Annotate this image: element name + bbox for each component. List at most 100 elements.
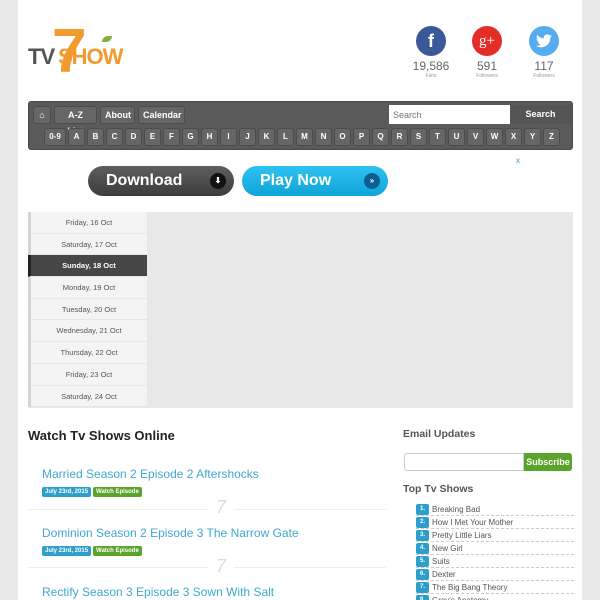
schedule-day[interactable]: Saturday, 24 Oct — [31, 385, 147, 408]
letter-u[interactable]: U — [448, 128, 465, 146]
schedule-day-list: Friday, 16 Oct Saturday, 17 Oct Sunday, 18… — [28, 212, 147, 408]
facebook-icon[interactable]: f — [416, 26, 446, 56]
download-button[interactable]: Download ⬇ — [88, 166, 234, 196]
letter-0-9[interactable]: 0-9 — [44, 128, 66, 146]
top-show-link[interactable]: Breaking Bad — [432, 505, 480, 514]
letter-z[interactable]: Z — [543, 128, 560, 146]
top-show-link[interactable]: Pretty Little Liars — [432, 531, 492, 540]
top-show-link[interactable]: New Girl — [432, 544, 463, 553]
letter-l[interactable]: L — [277, 128, 294, 146]
play-now-button[interactable]: Play Now » — [242, 166, 388, 196]
rank-badge: 6. — [416, 568, 429, 580]
letter-b[interactable]: B — [87, 128, 104, 146]
fast-forward-icon: » — [364, 173, 380, 189]
schedule-day[interactable]: Friday, 23 Oct — [31, 363, 147, 386]
schedule-day[interactable]: Wednesday, 21 Oct — [31, 320, 147, 343]
letter-f[interactable]: F — [163, 128, 180, 146]
email-field[interactable] — [404, 453, 524, 471]
top-show-item[interactable]: 3. Pretty Little Liars — [416, 529, 574, 542]
top-show-link[interactable]: How I Met Your Mother — [432, 518, 513, 527]
google-plus-icon[interactable]: g+ — [472, 26, 502, 56]
rank-badge: 1. — [416, 503, 429, 515]
top-show-item[interactable]: 1. Breaking Bad — [416, 503, 574, 516]
top-show-item[interactable]: 8. Grey's Anatomy — [416, 594, 574, 600]
separator-mark: 7 — [208, 556, 235, 577]
letter-d[interactable]: D — [125, 128, 142, 146]
top-show-item[interactable]: 7. The Big Bang Theory — [416, 581, 574, 594]
letter-q[interactable]: Q — [372, 128, 389, 146]
subscribe-button[interactable]: Subscribe — [524, 453, 572, 471]
top-show-link[interactable]: Dexter — [432, 570, 456, 579]
separator-mark: 7 — [208, 497, 235, 518]
letter-n[interactable]: N — [315, 128, 332, 146]
watch-episode-button[interactable]: Watch Episode — [93, 487, 142, 497]
nav-about[interactable]: About — [100, 106, 135, 124]
letter-s[interactable]: S — [410, 128, 427, 146]
facebook-count: 19,586 — [412, 59, 450, 73]
episode-date-badge: July 23rd, 2015 — [42, 487, 92, 497]
letter-h[interactable]: H — [201, 128, 218, 146]
twitter-icon[interactable] — [529, 26, 559, 56]
logo-prefix: TV — [28, 44, 55, 69]
schedule-day[interactable]: Monday, 19 Oct — [31, 277, 147, 299]
episode-title-link[interactable]: Dominion Season 2 Episode 3 The Narrow G… — [42, 526, 299, 540]
main-heading: Watch Tv Shows Online — [28, 428, 175, 443]
schedule-day[interactable]: Saturday, 17 Oct — [31, 233, 147, 256]
divider — [28, 509, 386, 510]
schedule-day[interactable]: Friday, 16 Oct — [31, 212, 147, 234]
top-show-link[interactable]: Grey's Anatomy — [432, 596, 488, 600]
letter-t[interactable]: T — [429, 128, 446, 146]
top-show-item[interactable]: 5. Suits — [416, 555, 574, 568]
letter-g[interactable]: G — [182, 128, 199, 146]
letter-y[interactable]: Y — [524, 128, 541, 146]
top-show-item[interactable]: 6. Dexter — [416, 568, 574, 581]
nav-az-list[interactable]: A-Z List — [54, 106, 97, 136]
schedule-day[interactable]: Sunday, 18 Oct — [28, 255, 147, 278]
site-logo[interactable]: 7 TV SHOW — [28, 21, 128, 83]
home-button[interactable]: ⌂ — [33, 106, 51, 124]
search-input[interactable] — [389, 105, 510, 124]
watch-episode-button[interactable]: Watch Episode — [93, 546, 142, 556]
top-show-link[interactable]: The Big Bang Theory — [432, 583, 507, 592]
schedule-day[interactable]: Tuesday, 20 Oct — [31, 298, 147, 321]
top-show-item[interactable]: 2. How I Met Your Mother — [416, 516, 574, 529]
divider — [28, 567, 386, 568]
letter-r[interactable]: R — [391, 128, 408, 146]
social-twitter[interactable]: 117 Followers — [520, 26, 568, 79]
home-icon: ⌂ — [39, 110, 45, 120]
letter-j[interactable]: J — [239, 128, 256, 146]
letter-k[interactable]: K — [258, 128, 275, 146]
download-icon: ⬇ — [210, 173, 226, 189]
schedule-day[interactable]: Thursday, 22 Oct — [31, 342, 147, 364]
rank-badge: 4. — [416, 542, 429, 554]
letter-m[interactable]: M — [296, 128, 313, 146]
letter-c[interactable]: C — [106, 128, 123, 146]
episode-title-link[interactable]: Rectify Season 3 Episode 3 Sown With Sal… — [42, 585, 274, 599]
nav-calendar[interactable]: Calendar — [138, 106, 185, 124]
schedule-panel: Friday, 16 Oct Saturday, 17 Oct Sunday, 18… — [28, 212, 573, 408]
episode-date-badge: July 23rd, 2015 — [42, 546, 92, 556]
episode-item: Dominion Season 2 Episode 3 The Narrow G… — [42, 526, 299, 556]
top-show-item[interactable]: 4. New Girl — [416, 542, 574, 555]
letter-v[interactable]: V — [467, 128, 484, 146]
letter-o[interactable]: O — [334, 128, 351, 146]
letter-i[interactable]: I — [220, 128, 237, 146]
rank-badge: 8. — [416, 594, 429, 600]
top-shows-list: 1. Breaking Bad 2. How I Met Your Mother 3. P… — [416, 503, 574, 600]
letter-a[interactable]: A — [68, 128, 85, 146]
letter-p[interactable]: P — [353, 128, 370, 146]
letter-e[interactable]: E — [144, 128, 161, 146]
main-nav: ⌂ A-Z List About Calendar Search 0-9ABCD… — [28, 101, 573, 150]
social-google-plus[interactable]: g+ 591 Followers — [463, 26, 511, 79]
episode-title-link[interactable]: Married Season 2 Episode 2 Aftershocks — [42, 467, 259, 481]
google-plus-label: Followers — [476, 73, 498, 79]
leaf-icon — [102, 36, 112, 42]
ad-close-button[interactable]: x — [516, 156, 520, 165]
twitter-label: Followers — [533, 73, 555, 79]
episode-item: Married Season 2 Episode 2 Aftershocks J… — [42, 467, 259, 497]
social-facebook[interactable]: f 19,586 Fans — [407, 26, 455, 79]
search-button[interactable]: Search — [510, 105, 571, 124]
letter-x[interactable]: X — [505, 128, 522, 146]
top-show-link[interactable]: Suits — [432, 557, 450, 566]
letter-w[interactable]: W — [486, 128, 503, 146]
